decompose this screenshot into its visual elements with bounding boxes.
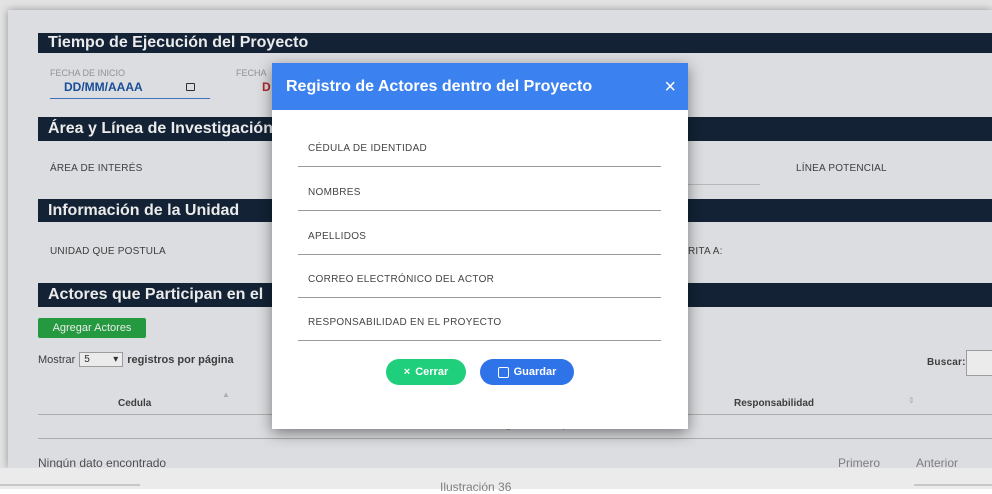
save-icon bbox=[497, 366, 509, 378]
nombres-field-label: NOMBRES bbox=[308, 187, 361, 198]
responsibility-field-label: RESPONSABILIDAD EN EL PROYECTO bbox=[308, 317, 502, 328]
apellidos-field[interactable]: APELLIDOS bbox=[298, 212, 661, 255]
modal-title: Registro de Actores dentro del Proyecto bbox=[286, 77, 593, 95]
modal-header: Registro de Actores dentro del Proyecto … bbox=[272, 63, 688, 110]
close-button-label: Cerrar bbox=[415, 366, 449, 378]
cedula-field-label: CÉDULA DE IDENTIDAD bbox=[308, 143, 428, 154]
email-field[interactable]: CORREO ELECTRÓNICO DEL ACTOR bbox=[298, 255, 661, 298]
close-button[interactable]: × Cerrar bbox=[386, 359, 466, 385]
actor-registration-modal: Registro de Actores dentro del Proyecto … bbox=[272, 63, 688, 429]
close-button-icon: × bbox=[403, 366, 411, 378]
close-icon[interactable]: × bbox=[664, 77, 676, 97]
save-button[interactable]: Guardar bbox=[480, 359, 574, 385]
responsibility-field[interactable]: RESPONSABILIDAD EN EL PROYECTO bbox=[298, 298, 661, 341]
nombres-field[interactable]: NOMBRES bbox=[298, 168, 661, 211]
save-button-label: Guardar bbox=[513, 366, 557, 378]
email-field-label: CORREO ELECTRÓNICO DEL ACTOR bbox=[308, 274, 495, 285]
apellidos-field-label: APELLIDOS bbox=[308, 231, 367, 242]
cedula-field[interactable]: CÉDULA DE IDENTIDAD bbox=[298, 124, 661, 167]
